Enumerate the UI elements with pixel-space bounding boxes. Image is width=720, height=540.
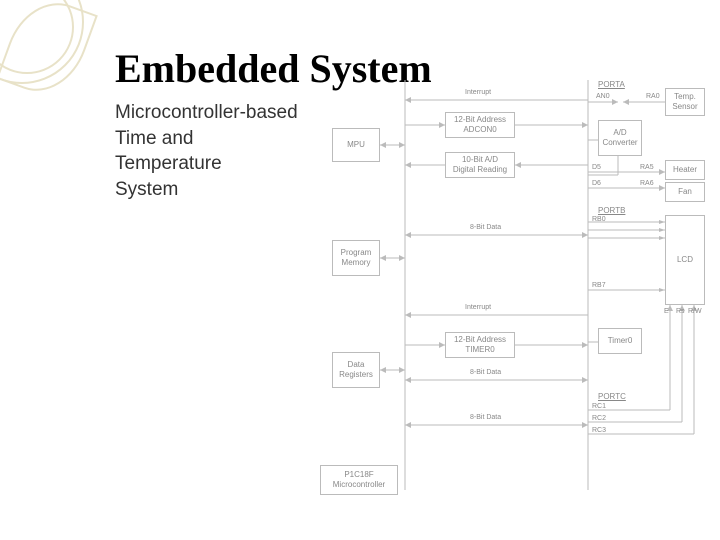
block-timer0: Timer0	[598, 328, 642, 354]
block-timer-address: 12-Bit Address TIMER0	[445, 332, 515, 358]
tmr-addr-l1: 12-Bit Address	[454, 335, 506, 345]
pin-ra5: RA5	[640, 164, 654, 171]
block-data-registers: Data Registers	[332, 352, 380, 388]
pin-ra6: RA6	[640, 180, 654, 187]
dig-read-l1: 10-Bit A/D	[462, 155, 498, 165]
label-interrupt-mid: Interrupt	[465, 304, 491, 311]
slide-body: Microcontroller-based Time and Temperatu…	[115, 100, 325, 203]
tmr-addr-l2: TIMER0	[465, 345, 494, 355]
mcu-l2: Microcontroller	[333, 480, 385, 490]
pin-rb0: RB0	[592, 216, 606, 223]
block-program-memory: Program Memory	[332, 240, 380, 276]
label-8bit-b: 8-Bit Data	[470, 369, 501, 376]
block-adc-address: 12-Bit Address ADCON0	[445, 112, 515, 138]
adc-l2: Converter	[602, 138, 637, 148]
pin-ra0: RA0	[646, 93, 660, 100]
temp-l2: Sensor	[672, 102, 697, 112]
body-line-4: System	[115, 177, 325, 203]
block-digital-reading: 10-Bit A/D Digital Reading	[445, 152, 515, 178]
pin-rc2: RC2	[592, 415, 606, 422]
block-fan: Fan	[665, 182, 705, 202]
data-reg-l1: Data	[348, 360, 365, 370]
pin-d6: D6	[592, 180, 601, 187]
pin-d5: D5	[592, 164, 601, 171]
label-8bit-c: 8-Bit Data	[470, 414, 501, 421]
label-8bit-a: 8-Bit Data	[470, 224, 501, 231]
adc-addr-l2: ADCON0	[463, 125, 496, 135]
pin-rc1: RC1	[592, 403, 606, 410]
pin-rw: R/W	[688, 308, 702, 315]
block-mpu: MPU	[332, 128, 380, 162]
pin-rb7: RB7	[592, 282, 606, 289]
pin-rc3: RC3	[592, 427, 606, 434]
mcu-l1: P1C18F	[344, 470, 373, 480]
block-ad-converter: A/D Converter	[598, 120, 642, 156]
label-portb: PORTB	[598, 206, 625, 215]
label-interrupt-top: Interrupt	[465, 89, 491, 96]
body-line-1: Microcontroller-based	[115, 100, 325, 126]
pin-e: E	[664, 308, 669, 315]
label-portc: PORTC	[598, 392, 626, 401]
pin-rs: Rs	[676, 308, 685, 315]
block-lcd: LCD	[665, 215, 705, 305]
body-line-3: Temperature	[115, 151, 325, 177]
label-porta: PORTA	[598, 80, 625, 89]
body-line-2: Time and	[115, 126, 325, 152]
prog-mem-l1: Program	[341, 248, 372, 258]
block-microcontroller: P1C18F Microcontroller	[320, 465, 398, 495]
adc-addr-l1: 12-Bit Address	[454, 115, 506, 125]
prog-mem-l2: Memory	[342, 258, 371, 268]
data-reg-l2: Registers	[339, 370, 373, 380]
temp-l1: Temp.	[674, 92, 696, 102]
block-temp-sensor: Temp. Sensor	[665, 88, 705, 116]
pin-an0: AN0	[596, 93, 610, 100]
corner-decoration	[0, 0, 120, 120]
dig-read-l2: Digital Reading	[453, 165, 507, 175]
adc-l1: A/D	[613, 128, 626, 138]
block-diagram: MPU Program Memory Data Registers P1C18F…	[320, 80, 710, 500]
block-heater: Heater	[665, 160, 705, 180]
